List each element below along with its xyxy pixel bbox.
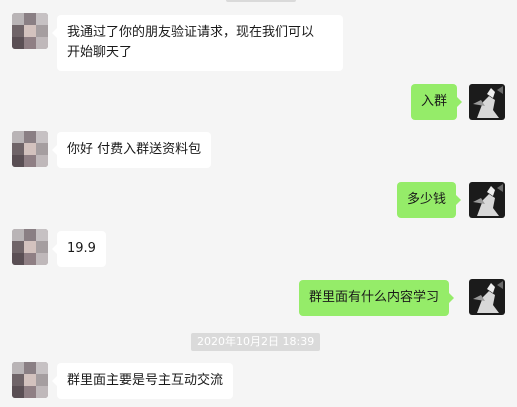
incoming-message[interactable]: 我通过了你的朋友验证请求，现在我们可以 开始聊天了: [52, 15, 343, 71]
outgoing-message[interactable]: 群里面有什么内容学习: [299, 280, 455, 316]
my-avatar[interactable]: [469, 279, 505, 315]
contact-avatar[interactable]: [12, 131, 48, 167]
outgoing-message[interactable]: 多少钱: [397, 182, 462, 218]
message-line: 开始聊天了: [67, 45, 133, 60]
message-text: 19.9: [67, 241, 96, 256]
my-avatar[interactable]: [469, 84, 505, 120]
chat-history: 我通过了你的朋友验证请求，现在我们可以 开始聊天了 入群 你好 付费入群送资料包…: [0, 0, 517, 407]
message-line: 我通过了你的朋友验证请求，现在我们可以: [67, 25, 315, 40]
contact-avatar[interactable]: [12, 13, 48, 49]
message-text: 群里面有什么内容学习: [309, 290, 440, 305]
message-text: 群里面主要是号主互动交流: [67, 373, 224, 388]
incoming-message[interactable]: 你好 付费入群送资料包: [51, 132, 212, 168]
message-text: 你好 付费入群送资料包: [67, 142, 202, 157]
contact-avatar[interactable]: [12, 362, 48, 398]
previous-timestamp-stub: [226, 0, 296, 2]
contact-avatar[interactable]: [12, 229, 48, 265]
message-text: 多少钱: [407, 192, 447, 207]
timestamp-label: 2020年10月2日 18:39: [191, 333, 321, 351]
my-avatar[interactable]: [469, 182, 505, 218]
incoming-message[interactable]: 19.9: [52, 231, 106, 267]
incoming-message[interactable]: 群里面主要是号主互动交流: [51, 363, 234, 399]
outgoing-message[interactable]: 入群: [411, 84, 463, 120]
message-text: 入群: [421, 94, 448, 109]
